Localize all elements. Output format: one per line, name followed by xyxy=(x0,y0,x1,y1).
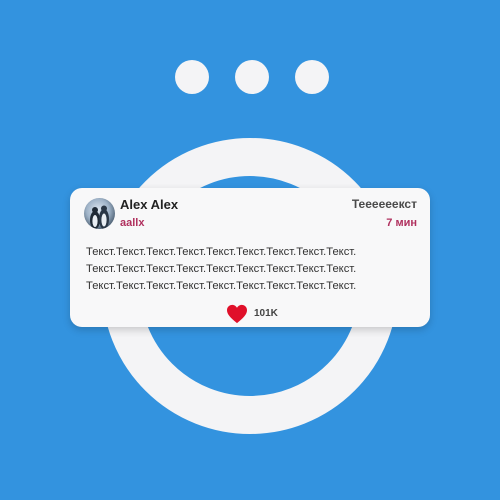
post-title: Теееееекст xyxy=(351,197,417,211)
dot-icon xyxy=(175,60,209,94)
post-body: Текст.Текст.Текст.Текст.Текст.Текст.Текс… xyxy=(86,244,416,295)
post-body-line: Текст.Текст.Текст.Текст.Текст.Текст.Текс… xyxy=(86,263,357,275)
post-timestamp: 7 мин xyxy=(386,217,417,229)
dot-icon xyxy=(295,60,329,94)
heart-icon[interactable] xyxy=(226,304,248,324)
likes-count: 101K xyxy=(254,308,278,319)
avatar[interactable] xyxy=(84,198,115,229)
post-card: Alex Alex aallx Теееееекст 7 мин Текст.Т… xyxy=(70,188,430,327)
dot-icon xyxy=(235,60,269,94)
post-body-line: Текст.Текст.Текст.Текст.Текст.Текст.Текс… xyxy=(86,280,357,292)
post-body-line: Текст.Текст.Текст.Текст.Текст.Текст.Текс… xyxy=(86,246,357,258)
illustration-canvas: Alex Alex aallx Теееееекст 7 мин Текст.Т… xyxy=(0,0,500,500)
author-name[interactable]: Alex Alex xyxy=(120,197,178,212)
author-handle[interactable]: aallx xyxy=(120,217,144,229)
